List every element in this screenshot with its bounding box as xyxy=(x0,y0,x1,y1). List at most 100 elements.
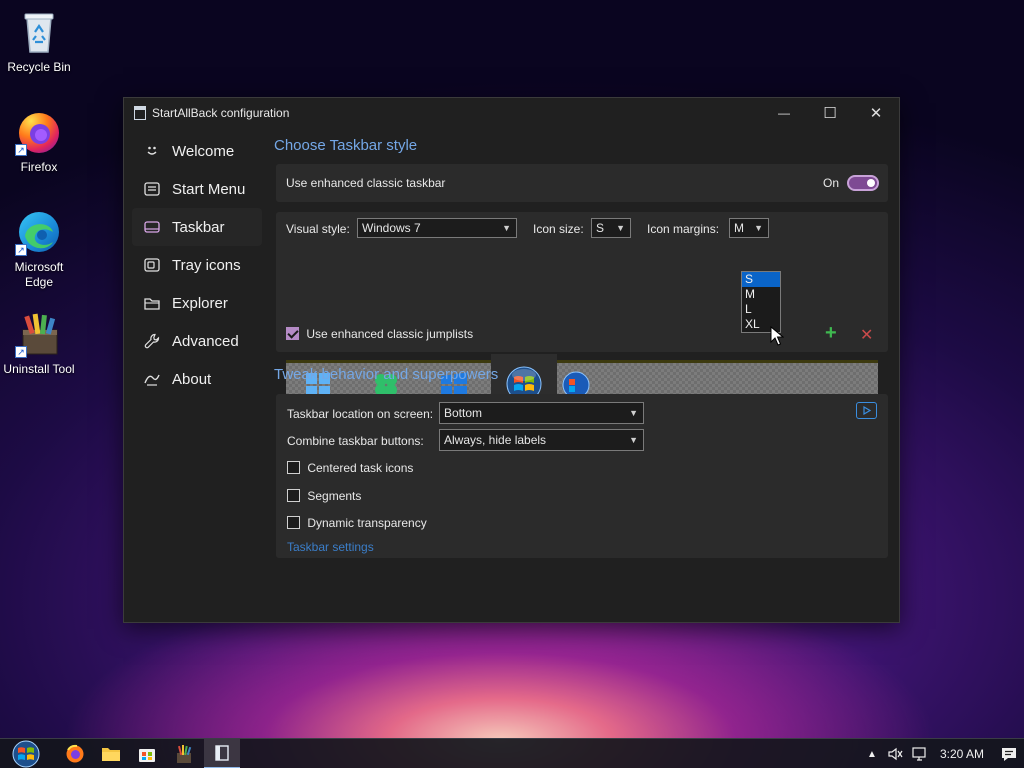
desktop-icon-label: Microsoft Edge xyxy=(14,260,64,289)
mouse-cursor-icon xyxy=(770,326,784,346)
section-title-taskbar-style: Choose Taskbar style xyxy=(274,137,418,154)
jumplists-row: Use enhanced classic jumplists xyxy=(286,327,473,341)
icon-size-value: S xyxy=(596,221,605,235)
sidebar: Welcome Start Menu Taskbar Tray icons Ex… xyxy=(132,132,262,398)
folder-icon xyxy=(144,295,160,311)
edge-icon: ↗ xyxy=(15,208,63,256)
icon-size-option-s[interactable]: S xyxy=(742,272,780,287)
taskbar-location-label: Taskbar location on screen: xyxy=(287,407,434,421)
taskbar-icon xyxy=(144,219,160,235)
taskbar-startallback-config[interactable] xyxy=(204,739,240,768)
uninstall-tool-icon xyxy=(177,745,192,763)
firefox-icon xyxy=(66,744,84,763)
icon-size-option-l[interactable]: L xyxy=(742,302,780,317)
taskbar-uninstall-tool[interactable] xyxy=(166,739,202,768)
shortcut-arrow-icon: ↗ xyxy=(15,244,27,256)
folder-icon xyxy=(102,748,120,761)
sidebar-item-label: Advanced xyxy=(172,332,239,350)
shortcut-arrow-icon: ↗ xyxy=(15,346,27,358)
icon-margins-value: M xyxy=(734,221,744,235)
sidebar-item-taskbar[interactable]: Taskbar xyxy=(132,208,262,246)
taskbar-settings-link[interactable]: Taskbar settings xyxy=(287,540,374,554)
jumplists-checkbox[interactable] xyxy=(286,327,299,340)
about-icon xyxy=(144,371,160,387)
icon-size-select[interactable]: S ▼ xyxy=(591,218,631,238)
recycle-bin-icon xyxy=(15,8,63,56)
combine-buttons-select[interactable]: Always, hide labels ▼ xyxy=(439,429,644,451)
jumplists-label: Use enhanced classic jumplists xyxy=(306,327,474,341)
segments-checkbox[interactable] xyxy=(287,489,300,502)
app-icon xyxy=(215,745,229,761)
combine-buttons-value: Always, hide labels xyxy=(444,433,547,447)
clock[interactable]: 3:20 AM xyxy=(932,747,994,761)
enhanced-taskbar-card: Use enhanced classic taskbar On xyxy=(276,164,888,202)
firefox-icon: ↗ xyxy=(15,108,63,156)
sidebar-item-start-menu[interactable]: Start Menu xyxy=(132,170,262,208)
segments-label: Segments xyxy=(307,489,362,503)
section-title-tweak: Tweak behavior and superpowers xyxy=(274,366,499,383)
icon-size-option-m[interactable]: M xyxy=(742,287,780,302)
remove-icon[interactable]: ✕ xyxy=(860,325,873,345)
shortcut-arrow-icon: ↗ xyxy=(15,144,27,156)
desktop-icon-label: Uninstall Tool xyxy=(3,362,75,376)
enhanced-taskbar-toggle[interactable] xyxy=(847,175,879,191)
centered-icons-checkbox[interactable] xyxy=(287,461,300,474)
start-menu-icon xyxy=(144,181,160,197)
sidebar-item-about[interactable]: About xyxy=(132,360,262,398)
sidebar-item-label: Start Menu xyxy=(172,180,246,198)
chevron-down-icon: ▼ xyxy=(754,223,763,233)
system-tray: ▲ 3:20 AM xyxy=(860,739,1024,768)
icon-margins-label: Icon margins: xyxy=(647,222,720,236)
taskbar-file-explorer[interactable] xyxy=(93,739,129,768)
segments-row: Segments xyxy=(287,489,361,503)
wrench-icon xyxy=(144,333,160,349)
centered-icons-label: Centered task icons xyxy=(307,461,414,475)
network-icon[interactable] xyxy=(908,747,932,761)
visual-style-value: Windows 7 xyxy=(362,221,421,235)
chevron-up-icon[interactable]: ▲ xyxy=(860,749,884,760)
enhanced-taskbar-label: Use enhanced classic taskbar xyxy=(286,176,446,190)
taskbar-firefox[interactable] xyxy=(57,739,93,768)
config-window: StartAllBack configuration — ☐ ✕ Welcome… xyxy=(123,97,900,623)
sidebar-item-explorer[interactable]: Explorer xyxy=(132,284,262,322)
desktop-icon-label: Firefox xyxy=(20,160,58,174)
icon-size-label: Icon size: xyxy=(533,222,584,236)
taskbar-store[interactable] xyxy=(129,739,165,768)
desktop-icon-recycle-bin[interactable]: Recycle Bin xyxy=(1,8,77,75)
volume-muted-icon[interactable] xyxy=(884,747,908,761)
minimize-button[interactable]: — xyxy=(761,98,807,128)
icon-margins-select[interactable]: M ▼ xyxy=(729,218,769,238)
dynamic-transparency-row: Dynamic transparency xyxy=(287,516,427,530)
centered-icons-row: Centered task icons xyxy=(287,461,413,475)
maximize-icon: ☐ xyxy=(823,105,837,122)
taskbar-location-value: Bottom xyxy=(444,406,483,420)
desktop-icon-label: Recycle Bin xyxy=(7,60,71,74)
visual-style-card: Visual style: Windows 7 ▼ Icon size: S ▼… xyxy=(276,212,888,352)
title-bar[interactable]: StartAllBack configuration — ☐ ✕ xyxy=(124,98,899,128)
smile-icon xyxy=(144,143,160,159)
minimize-icon: — xyxy=(778,106,790,120)
taskbar-location-select[interactable]: Bottom ▼ xyxy=(439,402,644,424)
notifications-icon[interactable] xyxy=(994,747,1024,762)
sidebar-item-advanced[interactable]: Advanced xyxy=(132,322,262,360)
toggle-state-label: On xyxy=(823,176,840,190)
sidebar-item-label: Explorer xyxy=(172,294,228,312)
store-icon xyxy=(139,749,155,762)
icon-size-dropdown-list: S M L XL xyxy=(741,271,781,333)
sidebar-item-welcome[interactable]: Welcome xyxy=(132,132,262,170)
close-button[interactable]: ✕ xyxy=(853,98,899,128)
sidebar-item-label: Welcome xyxy=(172,142,235,160)
dynamic-transparency-checkbox[interactable] xyxy=(287,516,300,529)
uninstall-tool-icon: ↗ xyxy=(15,310,63,358)
visual-style-select[interactable]: Windows 7 ▼ xyxy=(357,218,517,238)
add-icon[interactable]: + xyxy=(825,322,837,345)
sidebar-item-label: Taskbar xyxy=(172,218,225,236)
desktop-icon-firefox[interactable]: ↗ Firefox xyxy=(1,108,77,175)
sidebar-item-tray-icons[interactable]: Tray icons xyxy=(132,246,262,284)
chevron-down-icon: ▼ xyxy=(502,223,511,233)
desktop-icon-uninstall-tool[interactable]: ↗ Uninstall Tool xyxy=(1,310,77,377)
desktop-icon-edge[interactable]: ↗ Microsoft Edge xyxy=(1,208,77,290)
start-button[interactable] xyxy=(4,739,48,768)
video-play-button[interactable] xyxy=(856,402,877,419)
maximize-button[interactable]: ☐ xyxy=(807,98,853,128)
